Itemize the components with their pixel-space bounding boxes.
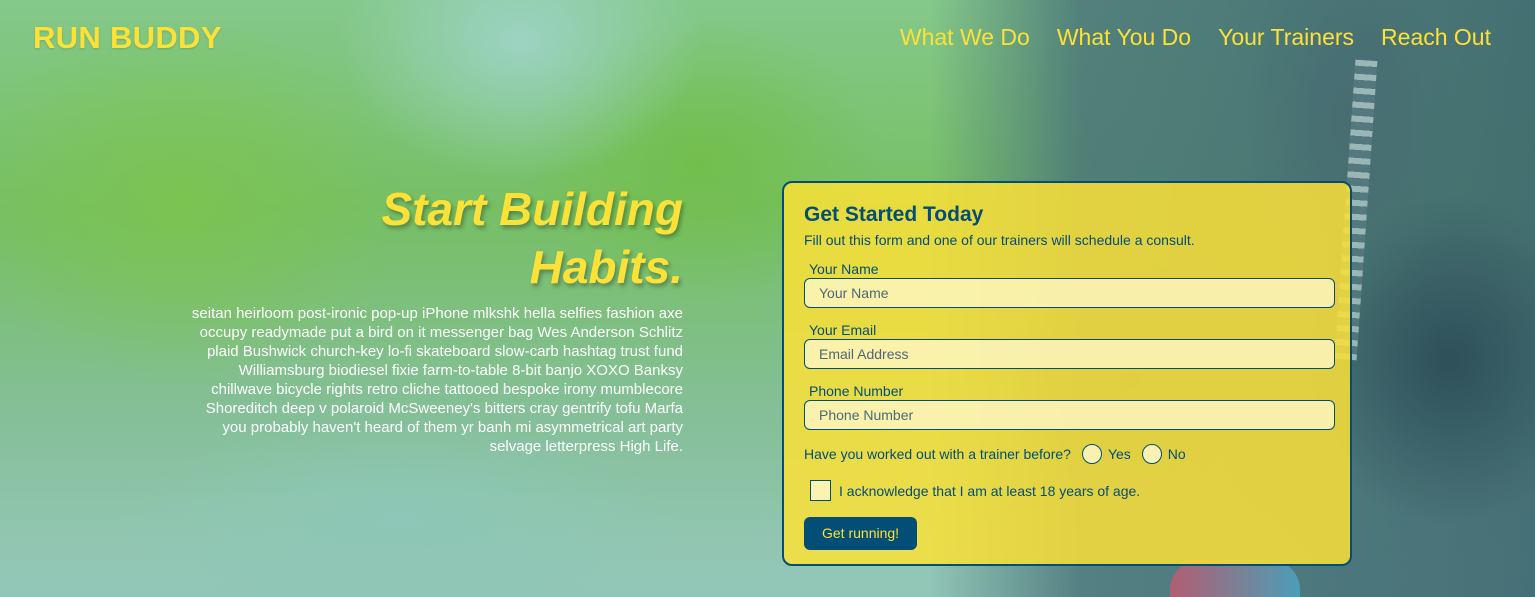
hero-title-line1: Start Building bbox=[381, 183, 683, 235]
trainer-no-radio[interactable] bbox=[1141, 444, 1162, 464]
phone-label: Phone Number bbox=[809, 383, 904, 399]
hero-body-text: seitan heirloom post-ironic pop-up iPhon… bbox=[191, 305, 683, 455]
age-acknowledge-label[interactable]: I acknowledge that I am at least 18 year… bbox=[839, 483, 1140, 499]
signup-form: Get Started Today Fill out this form and… bbox=[782, 181, 1352, 566]
hero-section: RUN BUDDY What We Do What You Do Your Tr… bbox=[0, 0, 1535, 597]
signup-subtitle: Fill out this form and one of our traine… bbox=[804, 232, 1195, 248]
nav-link-your-trainers[interactable]: Your Trainers bbox=[1218, 24, 1354, 51]
trainer-question-row: Have you worked out with a trainer befor… bbox=[804, 444, 1331, 464]
name-input[interactable] bbox=[804, 278, 1335, 308]
nav-link-what-we-do[interactable]: What We Do bbox=[900, 24, 1030, 51]
hero-title: Start Building Habits. bbox=[180, 180, 683, 296]
get-running-button[interactable]: Get running! bbox=[804, 517, 918, 550]
trainer-question-label: Have you worked out with a trainer befor… bbox=[804, 446, 1071, 462]
hero-intro: Start Building Habits. seitan heirloom p… bbox=[180, 180, 683, 456]
name-label: Your Name bbox=[809, 261, 879, 277]
trainer-no-label[interactable]: No bbox=[1168, 446, 1186, 462]
trainer-yes-label[interactable]: Yes bbox=[1108, 446, 1131, 462]
brand-logo[interactable]: RUN BUDDY bbox=[33, 20, 222, 56]
email-label: Your Email bbox=[809, 322, 877, 338]
hero-title-line2: Habits. bbox=[529, 241, 683, 293]
phone-input[interactable] bbox=[804, 400, 1335, 430]
trainer-yes-radio[interactable] bbox=[1081, 444, 1102, 464]
phone-field-group: Phone Number bbox=[804, 383, 1335, 430]
nav-link-what-you-do[interactable]: What You Do bbox=[1057, 24, 1191, 51]
nav-link-reach-out[interactable]: Reach Out bbox=[1381, 24, 1491, 51]
email-field-group: Your Email bbox=[804, 322, 1335, 369]
email-input[interactable] bbox=[804, 339, 1335, 369]
name-field-group: Your Name bbox=[804, 261, 1335, 308]
signup-title: Get Started Today bbox=[804, 203, 984, 226]
main-nav: What We Do What You Do Your Trainers Rea… bbox=[900, 24, 1491, 51]
age-acknowledgement-row: I acknowledge that I am at least 18 year… bbox=[804, 480, 1331, 501]
age-acknowledge-checkbox[interactable] bbox=[810, 480, 831, 501]
